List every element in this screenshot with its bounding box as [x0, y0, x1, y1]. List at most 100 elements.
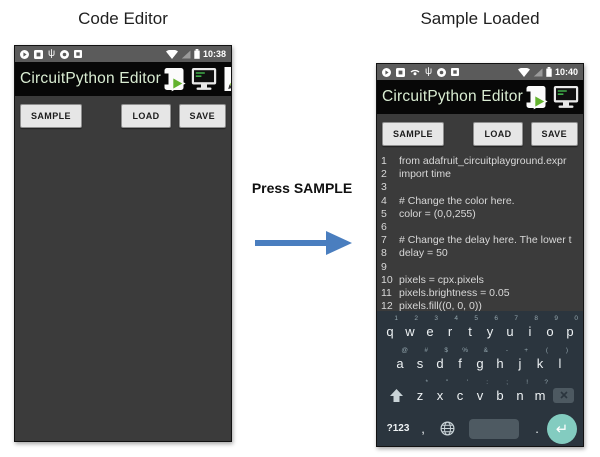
key-z[interactable]: *z: [410, 381, 430, 409]
key-j[interactable]: +j: [510, 349, 530, 377]
code-text: from adafruit_circuitplayground.expr: [399, 155, 583, 168]
status-icons-left: ψ: [382, 67, 459, 77]
run-script-icon[interactable]: [523, 84, 548, 110]
key-cap-label: t: [468, 324, 472, 339]
app-title: CircuitPython Editor: [382, 88, 523, 106]
key-p[interactable]: 0p: [560, 317, 580, 345]
key-cap-label: o: [546, 324, 553, 339]
key-h[interactable]: -h: [490, 349, 510, 377]
key-m[interactable]: ?m: [530, 381, 550, 409]
key-i[interactable]: 8i: [520, 317, 540, 345]
shift-key[interactable]: [383, 381, 410, 409]
key-a[interactable]: @a: [390, 349, 410, 377]
key-k[interactable]: (k: [530, 349, 550, 377]
key-cap-label: l: [559, 356, 562, 371]
key-cap-label: m: [535, 388, 546, 403]
figure: Code Editor Sample Loaded Press SAMPLE ψ…: [0, 0, 600, 457]
key-d[interactable]: $d: [430, 349, 450, 377]
code-text: import time: [399, 168, 583, 181]
shift-icon: [389, 388, 404, 403]
symbols-key[interactable]: ?123: [383, 423, 413, 434]
clock: 10:38: [203, 49, 226, 59]
code-line: 4# Change the color here.: [377, 195, 583, 208]
key-alt-label: ?: [544, 379, 548, 386]
key-y[interactable]: 6y: [480, 317, 500, 345]
globe-key[interactable]: [433, 421, 461, 436]
play-icon: [20, 50, 29, 59]
period-key[interactable]: .: [527, 421, 547, 436]
key-b[interactable]: ;b: [490, 381, 510, 409]
key-g[interactable]: &g: [470, 349, 490, 377]
code-text: pixels = cpx.pixels: [399, 274, 583, 287]
key-cap-label: r: [448, 324, 452, 339]
usb-icon: ψ: [48, 49, 55, 59]
battery-icon: [546, 67, 552, 77]
keyboard-letter-keys: *z"x'c:v;b!n?m: [410, 381, 550, 409]
signal-icon: [181, 50, 191, 59]
key-alt-label: @: [401, 347, 408, 354]
key-f[interactable]: %f: [450, 349, 470, 377]
key-v[interactable]: :v: [470, 381, 490, 409]
toolbar: SAMPLE LOAD SAVE: [377, 114, 583, 152]
caption-sample-loaded: Sample Loaded: [376, 9, 584, 29]
key-cap-label: v: [477, 388, 484, 403]
save-button[interactable]: SAVE: [179, 104, 226, 128]
code-editor-area[interactable]: 1 from adafruit_circuitplayground.expr2im…: [377, 152, 583, 323]
enter-key[interactable]: ↵: [547, 414, 577, 444]
editor-area[interactable]: [15, 134, 231, 442]
sample-button[interactable]: SAMPLE: [20, 104, 82, 128]
key-alt-label: ): [566, 347, 568, 354]
key-u[interactable]: 7u: [500, 317, 520, 345]
load-button[interactable]: LOAD: [121, 104, 170, 128]
code-line: 6: [377, 221, 583, 234]
key-w[interactable]: 2w: [400, 317, 420, 345]
keyboard-row-4: ?123 , . ↵: [380, 413, 580, 444]
comma-key[interactable]: ,: [413, 421, 433, 436]
status-icons-right: 10:40: [518, 67, 578, 77]
serial-monitor-icon[interactable]: [191, 67, 217, 91]
key-alt-label: -: [506, 347, 508, 354]
key-t[interactable]: 5t: [460, 317, 480, 345]
key-n[interactable]: !n: [510, 381, 530, 409]
code-line: 10pixels = cpx.pixels: [377, 274, 583, 287]
key-alt-label: :: [486, 379, 488, 386]
serial-monitor-icon[interactable]: [553, 85, 579, 109]
key-s[interactable]: #s: [410, 349, 430, 377]
space-key[interactable]: [469, 419, 519, 439]
sample-button[interactable]: SAMPLE: [382, 122, 444, 146]
key-q[interactable]: 1q: [380, 317, 400, 345]
key-cap-label: z: [417, 388, 424, 403]
code-text: # Change the color here.: [399, 195, 583, 208]
save-button[interactable]: SAVE: [531, 122, 578, 146]
key-cap-label: e: [426, 324, 433, 339]
key-o[interactable]: 9o: [540, 317, 560, 345]
phone-sample-loaded: ψ 10:40 CircuitPython Editor SAMPLE LO: [376, 63, 584, 447]
app-square-icon: [34, 50, 43, 59]
key-l[interactable]: )l: [550, 349, 570, 377]
key-x[interactable]: "x: [430, 381, 450, 409]
key-alt-label: !: [526, 379, 528, 386]
battery-icon: [194, 49, 200, 59]
code-line: 9: [377, 261, 583, 274]
key-cap-label: d: [436, 356, 443, 371]
keyboard-row-3: *z"x'c:v;b!n?m: [380, 381, 580, 409]
key-c[interactable]: 'c: [450, 381, 470, 409]
line-number: 6: [377, 221, 399, 234]
key-e[interactable]: 3e: [420, 317, 440, 345]
play-icon: [382, 68, 391, 77]
key-r[interactable]: 4r: [440, 317, 460, 345]
arrow-right-icon: [252, 224, 356, 262]
key-cap-label: w: [405, 324, 414, 339]
run-script-icon[interactable]: [161, 66, 186, 92]
key-cap-label: h: [496, 356, 503, 371]
code-line: 2import time: [377, 168, 583, 181]
key-cap-label: i: [529, 324, 532, 339]
code-text: [399, 181, 583, 194]
backspace-key[interactable]: [550, 381, 577, 409]
load-button[interactable]: LOAD: [473, 122, 522, 146]
code-line: 5color = (0,0,255): [377, 208, 583, 221]
wifi-icon: [166, 50, 178, 59]
edit-file-icon[interactable]: [222, 66, 232, 92]
toolbar: SAMPLE LOAD SAVE: [15, 96, 231, 134]
key-alt-label: 1: [394, 315, 398, 322]
